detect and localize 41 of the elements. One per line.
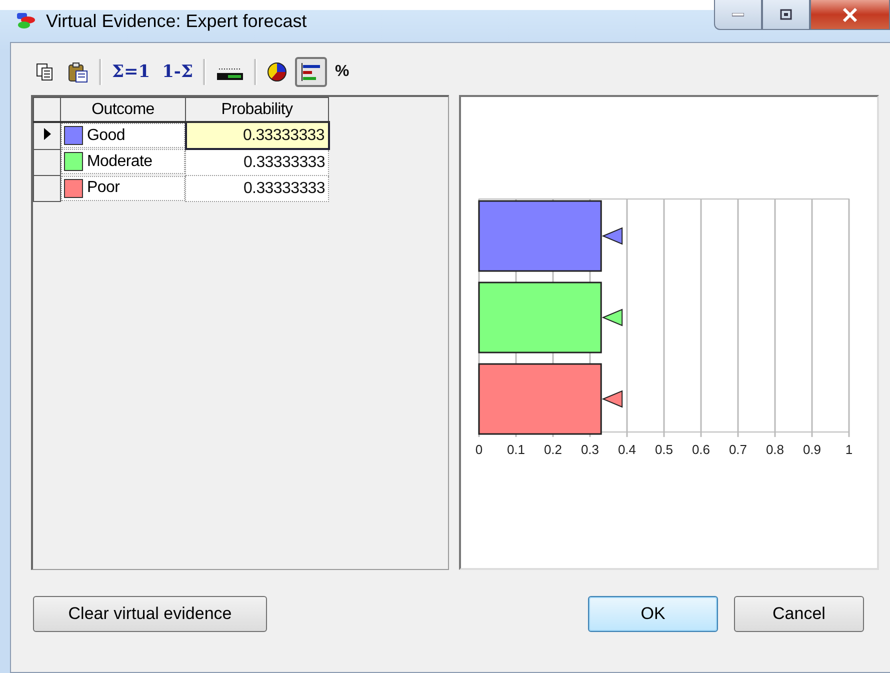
- axis-tick-label: 0: [475, 442, 483, 457]
- maximize-button[interactable]: [762, 0, 810, 30]
- close-button[interactable]: [810, 0, 890, 30]
- outcome-cell: Poor: [87, 179, 120, 197]
- minimize-button[interactable]: [714, 0, 762, 30]
- axis-tick-label: 0.7: [728, 442, 748, 457]
- paste-icon: [67, 61, 89, 83]
- close-icon: [842, 8, 858, 22]
- minimize-icon: [732, 12, 744, 16]
- toolbar-button[interactable]: Σ=1: [108, 57, 154, 87]
- toolbar-button[interactable]: %: [331, 57, 354, 87]
- pie-chart-icon: [267, 62, 287, 82]
- dialog-button[interactable]: Cancel: [734, 596, 864, 632]
- axis-tick-label: 0.4: [618, 442, 636, 457]
- column-header[interactable]: Probability: [186, 98, 328, 122]
- outcome-cell: Good: [87, 126, 125, 144]
- axis-tick-label: 0.9: [802, 442, 822, 457]
- app-icon: [16, 12, 36, 30]
- column-header[interactable]: Outcome: [60, 98, 186, 122]
- axis-tick-label: 0.5: [654, 442, 674, 457]
- dialog-button[interactable]: OK: [588, 596, 718, 632]
- window-title: Virtual Evidence: Expert forecast: [46, 10, 307, 32]
- axis-tick-label: 0.6: [692, 442, 710, 457]
- outcome-cell: Moderate: [87, 152, 152, 170]
- maximize-icon: [780, 9, 792, 20]
- probability-cell[interactable]: 0.33333333: [186, 176, 328, 202]
- marker-icon: [602, 308, 623, 326]
- bar-chart-icon: [300, 62, 322, 82]
- toolbar-button[interactable]: 1-Σ: [158, 57, 197, 87]
- axis-tick-label: 0.2: [544, 442, 562, 457]
- dialog-button[interactable]: Clear virtual evidence: [33, 596, 267, 632]
- axis-tick-label: 0.1: [506, 442, 526, 457]
- bar-chart-button[interactable]: [295, 57, 327, 87]
- probability-cell[interactable]: 0.33333333: [186, 122, 328, 149]
- axis-tick-label: 0.8: [766, 442, 784, 457]
- axis-tick-label: 1: [845, 442, 853, 457]
- probability-cell[interactable]: 0.33333333: [186, 149, 328, 176]
- marker-icon: [602, 390, 623, 408]
- marker-icon: [602, 227, 623, 245]
- copy-icon: [35, 62, 55, 82]
- axis-tick-label: 0.3: [580, 442, 600, 457]
